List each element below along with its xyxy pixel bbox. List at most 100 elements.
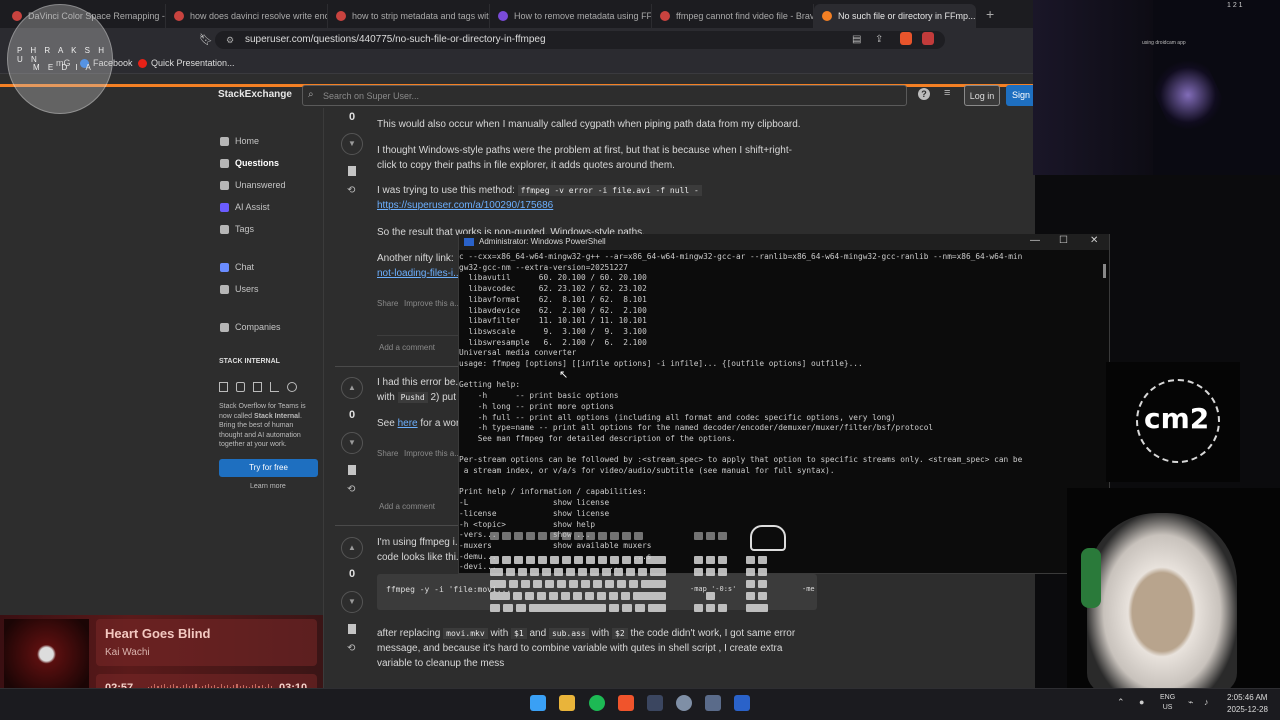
streamer-hood (1087, 513, 1237, 688)
try-for-free-button[interactable]: Try for free (219, 459, 318, 477)
keyboard-key (574, 532, 583, 540)
keyboard-key (718, 532, 727, 540)
start-icon[interactable] (530, 695, 546, 711)
brave-shield-icon[interactable] (900, 32, 912, 45)
keyboard-key (746, 556, 755, 564)
vote-count: 0 (349, 568, 356, 580)
site-search-input[interactable]: Search on Super User... (302, 85, 907, 106)
upvote-button[interactable]: ▲ (341, 377, 363, 399)
clock-date[interactable]: 2025-12-28 (1227, 705, 1268, 714)
learn-more-link[interactable]: Learn more (250, 483, 286, 490)
file-explorer-icon[interactable] (559, 695, 575, 711)
close-button[interactable]: ✕ (1090, 235, 1098, 246)
new-tab-button[interactable]: + (976, 6, 1004, 28)
brave-icon[interactable] (618, 695, 634, 711)
share-link[interactable]: Share (377, 449, 398, 458)
nav-divider (323, 108, 324, 688)
maximize-button[interactable]: ☐ (1059, 235, 1068, 246)
brave-rewards-icon[interactable] (922, 32, 934, 45)
keyboard-key (706, 568, 715, 576)
site-switcher-icon[interactable]: ≡ (944, 87, 950, 99)
add-comment-link[interactable]: Add a comment (379, 343, 435, 352)
clock-time[interactable]: 2:05:46 AM (1227, 693, 1267, 702)
improve-link[interactable]: Improve this a... (404, 299, 461, 308)
keyboard-key (610, 556, 619, 564)
sidebar-item-questions[interactable]: Questions (220, 158, 279, 168)
history-icon[interactable]: ⟲ (347, 185, 355, 196)
answer-link[interactable]: not-loading-files-i... (377, 268, 461, 279)
keyboard-key (490, 556, 499, 564)
tab-davinci-encode[interactable]: how does davinci resolve write enco... (166, 4, 328, 28)
microphone-icon[interactable]: ● (1139, 697, 1144, 707)
sidebar-item-companies[interactable]: Companies (220, 322, 281, 332)
sidebar-item-chat[interactable]: Chat (220, 262, 254, 272)
keyboard-key (490, 604, 500, 612)
answer-paragraph: I was trying to use this method: ffmpeg … (377, 183, 702, 213)
language-indicator[interactable]: ENG US (1160, 693, 1175, 713)
bookmark-icon[interactable] (348, 624, 356, 634)
downvote-button[interactable]: ▼ (341, 133, 363, 155)
keyboard-key (490, 532, 499, 540)
sidebar-item-unanswered[interactable]: Unanswered (220, 180, 286, 190)
chevron-up-icon[interactable]: ⌃ (1117, 697, 1125, 708)
keyboard-key (586, 556, 595, 564)
volume-icon[interactable]: ♪ (1204, 697, 1209, 707)
help-icon[interactable]: ? (918, 88, 930, 100)
inline-code: Pushd (397, 392, 428, 403)
keyboard-key (598, 556, 607, 564)
url-field[interactable]: superuser.com/questions/440775/no-such-f… (215, 31, 945, 49)
keyboard-key (706, 604, 715, 612)
answer-link[interactable]: here (398, 418, 418, 429)
answer-link[interactable]: https://superuser.com/a/100290/175686 (377, 200, 553, 211)
keyboard-key (521, 580, 530, 588)
settings-icon[interactable] (676, 695, 692, 711)
powershell-taskbar-icon[interactable] (734, 695, 750, 711)
network-icon[interactable]: ⌁ (1188, 697, 1193, 708)
tab-ffmpeg-cannot-find[interactable]: ffmpeg cannot find video file - Brave... (652, 4, 814, 28)
stackexchange-logo[interactable]: StackExchange (218, 89, 292, 100)
keyboard-overlay (488, 528, 788, 616)
bookmark-icon[interactable]: 🔖︎ (199, 33, 213, 46)
keyboard-key (746, 604, 768, 612)
login-button[interactable]: Log in (964, 85, 1000, 106)
davinci-icon[interactable] (647, 695, 663, 711)
reader-icon[interactable]: ▤ (852, 34, 861, 45)
history-icon[interactable]: ⟲ (347, 484, 355, 495)
keyboard-key (526, 556, 535, 564)
answer-paragraph: This would also occur when I manually ca… (377, 119, 801, 130)
sidebar-item-tags[interactable]: Tags (220, 224, 254, 234)
terminal-scrollbar[interactable] (1103, 264, 1106, 278)
bookmark-icon[interactable] (348, 465, 356, 475)
bookmark-quick-presentation[interactable]: Quick Presentation... (138, 58, 235, 68)
sidebar-item-home[interactable]: Home (220, 136, 259, 146)
site-info-icon[interactable]: ⚙ (226, 35, 234, 46)
share-link[interactable]: Share (377, 299, 398, 308)
tag-icon (220, 224, 229, 234)
spotify-icon[interactable] (589, 695, 605, 711)
keyboard-key (758, 580, 767, 588)
tab-remove-metadata[interactable]: How to remove metadata using FFM... (490, 4, 652, 28)
keyboard-key (549, 592, 558, 600)
app-icon[interactable] (705, 695, 721, 711)
bookmark-icon[interactable] (348, 166, 356, 176)
upvote-button[interactable]: ▲ (341, 537, 363, 559)
users-icon (220, 284, 229, 294)
keyboard-key (593, 580, 602, 588)
keyboard-key (490, 592, 510, 600)
tab-no-such-file[interactable]: No such file or directory in FFmp...✕ (814, 4, 976, 28)
keyboard-key (516, 604, 526, 612)
downvote-button[interactable]: ▼ (341, 591, 363, 613)
share-icon[interactable]: ⇪ (875, 34, 883, 45)
add-comment-link[interactable]: Add a comment (379, 502, 435, 511)
sidebar-item-users[interactable]: Users (220, 284, 259, 294)
sidebar-item-ai-assist[interactable]: AI Assist (220, 202, 270, 212)
signup-button[interactable]: Sign (1006, 85, 1035, 106)
keyboard-key (598, 532, 607, 540)
history-icon[interactable]: ⟲ (347, 643, 355, 654)
terminal-output[interactable]: c --cxx=x86_64-w64-mingw32-g++ --ar=x86_… (459, 252, 1104, 574)
tab-strip-metadata[interactable]: how to strip metadata and tags with... (328, 4, 490, 28)
improve-link[interactable]: Improve this a... (404, 449, 461, 458)
minimize-button[interactable]: — (1030, 235, 1040, 246)
powershell-titlebar[interactable]: Administrator: Windows PowerShell (459, 234, 1109, 250)
downvote-button[interactable]: ▼ (341, 432, 363, 454)
